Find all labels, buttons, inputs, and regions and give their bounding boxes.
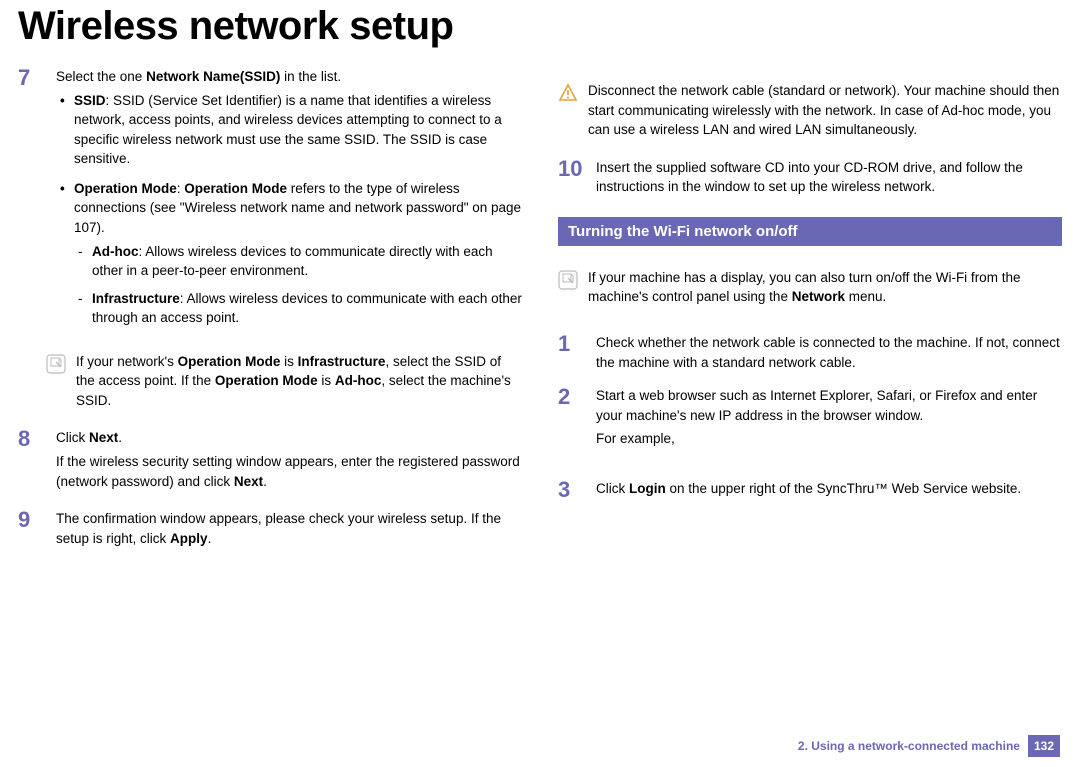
warning-disconnect: Disconnect the network cable (standard o…	[558, 81, 1062, 140]
footer-page-number: 132	[1028, 735, 1060, 757]
step-10: 10 Insert the supplied software CD into …	[558, 158, 1062, 197]
step-body: Select the one Network Name(SSID) in the…	[56, 67, 522, 338]
bullet-operation-mode: Operation Mode: Operation Mode refers to…	[56, 179, 522, 328]
page-title: Wireless network setup	[18, 4, 1062, 49]
step8-line1: Click Next.	[56, 428, 522, 448]
step2-line1: Start a web browser such as Internet Exp…	[596, 386, 1062, 425]
step-number: 2	[558, 386, 586, 453]
step-number: 1	[558, 333, 586, 372]
step-2: 2 Start a web browser such as Internet E…	[558, 386, 1062, 453]
note-operation-mode: If your network's Operation Mode is Infr…	[46, 352, 522, 411]
step9-text: The confirmation window appears, please …	[56, 509, 522, 548]
step-body: Check whether the network cable is conne…	[596, 333, 1062, 372]
tip-display: If your machine has a display, you can a…	[558, 268, 1062, 307]
page-footer: 2. Using a network-connected machine 132	[798, 735, 1060, 757]
note-icon	[558, 270, 578, 290]
step-body: Start a web browser such as Internet Exp…	[596, 386, 1062, 453]
step-body: Click Login on the upper right of the Sy…	[596, 479, 1062, 501]
step-number: 3	[558, 479, 586, 501]
tip-body: If your machine has a display, you can a…	[588, 268, 1062, 307]
left-column: 7 Select the one Network Name(SSID) in t…	[18, 67, 522, 566]
step-3: 3 Click Login on the upper right of the …	[558, 479, 1062, 501]
step-body: The confirmation window appears, please …	[56, 509, 522, 552]
dash-infrastructure: Infrastructure: Allows wireless devices …	[74, 289, 522, 328]
step-1: 1 Check whether the network cable is con…	[558, 333, 1062, 372]
step-9: 9 The confirmation window appears, pleas…	[18, 509, 522, 552]
footer-chapter: 2. Using a network-connected machine	[798, 739, 1028, 753]
step-7: 7 Select the one Network Name(SSID) in t…	[18, 67, 522, 338]
content-columns: 7 Select the one Network Name(SSID) in t…	[18, 67, 1062, 566]
step-number: 8	[18, 428, 46, 495]
step-number: 9	[18, 509, 46, 552]
step2-line2: For example,	[596, 429, 1062, 449]
dash-adhoc: Ad-hoc: Allows wireless devices to commu…	[74, 242, 522, 281]
section-heading: Turning the Wi-Fi network on/off	[558, 217, 1062, 246]
right-column: Disconnect the network cable (standard o…	[558, 67, 1062, 566]
note-icon	[46, 354, 66, 374]
step7-intro: Select the one Network Name(SSID) in the…	[56, 67, 522, 87]
step8-line2: If the wireless security setting window …	[56, 452, 522, 491]
note-body: If your network's Operation Mode is Infr…	[76, 352, 522, 411]
step-number: 7	[18, 67, 46, 338]
bullet-ssid: SSID: SSID (Service Set Identifier) is a…	[56, 91, 522, 169]
step-body: Click Next. If the wireless security set…	[56, 428, 522, 495]
step-body: Insert the supplied software CD into you…	[596, 158, 1062, 197]
step-8: 8 Click Next. If the wireless security s…	[18, 428, 522, 495]
warning-icon	[558, 83, 578, 103]
warning-body: Disconnect the network cable (standard o…	[588, 81, 1062, 140]
step-number: 10	[558, 158, 586, 197]
